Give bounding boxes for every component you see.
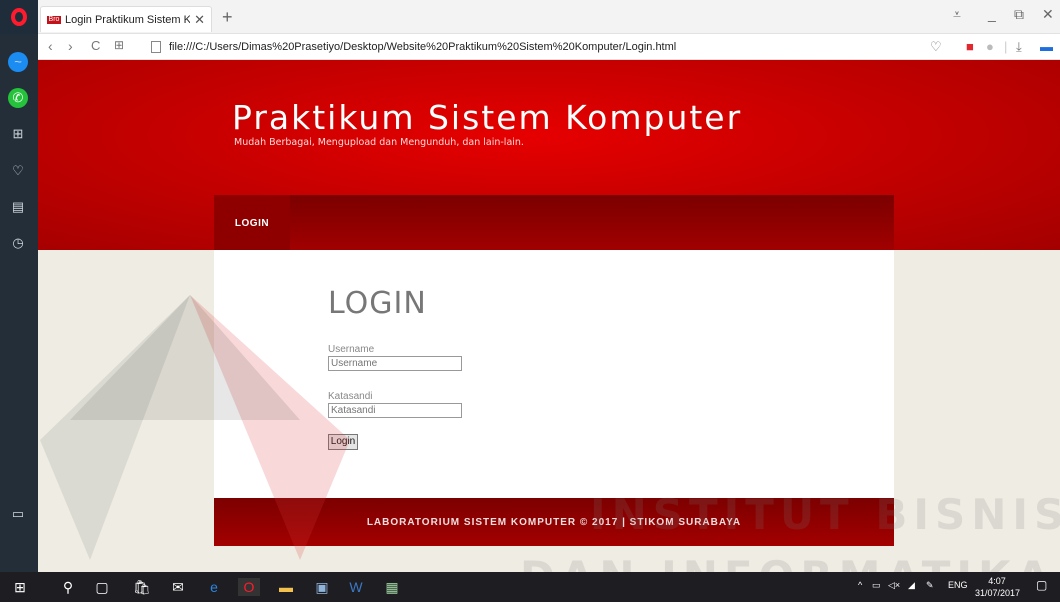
clock-time: 4:07 [988,576,1006,586]
forward-button[interactable]: › [68,38,73,54]
web-page: Praktikum Sistem Komputer Mudah Berbagai… [38,60,1060,572]
history-icon[interactable]: ◷ [8,233,28,253]
clock-date: 31/07/2017 [975,588,1021,598]
battery-saver-icon[interactable]: ▬ [1040,39,1053,54]
opera-taskbar-icon[interactable]: O [238,578,260,596]
footer-text: LABORATORIUM SISTEM KOMPUTER © 2017 | ST… [366,517,742,528]
pen-icon[interactable]: ✎ [926,580,934,591]
password-input[interactable] [328,403,462,418]
volume-icon[interactable]: ◁× [888,580,900,591]
nav-menu: LOGIN [214,195,894,250]
file-explorer-icon[interactable]: ▬ [276,578,296,596]
download-icon[interactable]: ⤓ [1016,39,1022,55]
battery-icon[interactable]: ▭ [872,580,881,591]
heart-icon[interactable]: ♡ [8,161,28,181]
username-label: Username [328,344,375,355]
task-view-icon[interactable]: ▢ [92,578,112,596]
site-title: Praktikum Sistem Komputer [232,98,743,137]
reload-button[interactable]: C [91,38,100,53]
new-tab-button[interactable]: + [222,7,233,28]
back-button[interactable]: ‹ [48,38,53,54]
site-subtitle: Mudah Berbagai, Mengupload dan Mengunduh… [234,137,524,148]
page-icon [151,41,161,54]
page-title: LOGIN [328,286,427,321]
wifi-icon[interactable]: ◢ [908,580,915,591]
news-icon[interactable]: ▤ [8,197,28,217]
app-icon[interactable]: ▣ [312,578,332,596]
extension-icon[interactable]: ■ [966,39,974,54]
tab-title: Login Praktikum Sistem K [65,13,191,26]
mail-icon[interactable]: ✉ [168,578,188,596]
site-header: Praktikum Sistem Komputer Mudah Berbagai… [38,60,1060,250]
browser-sidebar: ~ ✆ ⊞ ♡ ▤ ◷ ▭ [0,34,38,572]
minimize-button[interactable]: _ [988,6,996,22]
restore-button[interactable]: ⧉ [1014,6,1024,23]
notifications-icon[interactable]: ▢ [1036,578,1047,592]
favicon-icon: Bro [47,15,61,24]
login-button[interactable]: Login [328,434,358,450]
edge-icon[interactable]: e [204,578,224,596]
whatsapp-icon[interactable]: ✆ [8,88,28,108]
browser-tab-bar: Bro Login Praktikum Sistem K ✕ + ⩡ _ ⧉ ✕ [0,0,1060,34]
store-icon[interactable]: 🛍 [132,578,152,596]
bookmark-heart-icon[interactable]: ♡ [930,39,942,55]
tray-chevron-icon[interactable]: ^ [858,580,862,590]
vpn-icon[interactable]: ● [986,39,994,54]
language-indicator[interactable]: ENG [948,580,968,590]
speed-dial-icon[interactable]: ⊞ [8,124,28,144]
menu-item-login[interactable]: LOGIN [214,195,290,250]
app-grid-icon[interactable]: ▦ [382,578,402,596]
url-text: file:///C:/Users/Dimas%20Prasetiyo/Deskt… [169,41,677,53]
username-input[interactable] [328,356,462,371]
site-footer: LABORATORIUM SISTEM KOMPUTER © 2017 | ST… [214,498,894,546]
separator-icon: | [1004,39,1008,54]
clock[interactable]: 4:07 31/07/2017 [975,575,1021,599]
panel-toggle-icon[interactable]: ▭ [8,504,28,524]
opera-menu-button[interactable] [0,0,38,34]
windows-taskbar: ⊞ ⚲ ▢ 🛍 ✉ e O ▬ ▣ W ▦ ^ ▭ ◁× ◢ ✎ ENG 4:0… [0,572,1060,602]
search-icon[interactable]: ⚲ [58,578,78,596]
speed-dial-button[interactable]: ⊞ [114,38,124,52]
opera-logo-icon [11,8,27,26]
tab-menu-icon[interactable]: ⩡ [953,6,961,23]
start-icon[interactable]: ⊞ [10,578,30,596]
close-window-button[interactable]: ✕ [1042,6,1054,23]
login-panel: LOGIN Username Katasandi Login [214,250,894,498]
messenger-icon[interactable]: ~ [8,52,28,72]
close-tab-icon[interactable]: ✕ [194,12,205,28]
address-bar-row: ‹ › C ⊞ file:///C:/Users/Dimas%20Praseti… [38,34,1060,60]
browser-tab[interactable]: Bro Login Praktikum Sistem K ✕ [40,6,212,32]
word-icon[interactable]: W [346,578,366,596]
password-label: Katasandi [328,391,373,402]
url-field[interactable]: file:///C:/Users/Dimas%20Prasetiyo/Deskt… [151,37,971,57]
